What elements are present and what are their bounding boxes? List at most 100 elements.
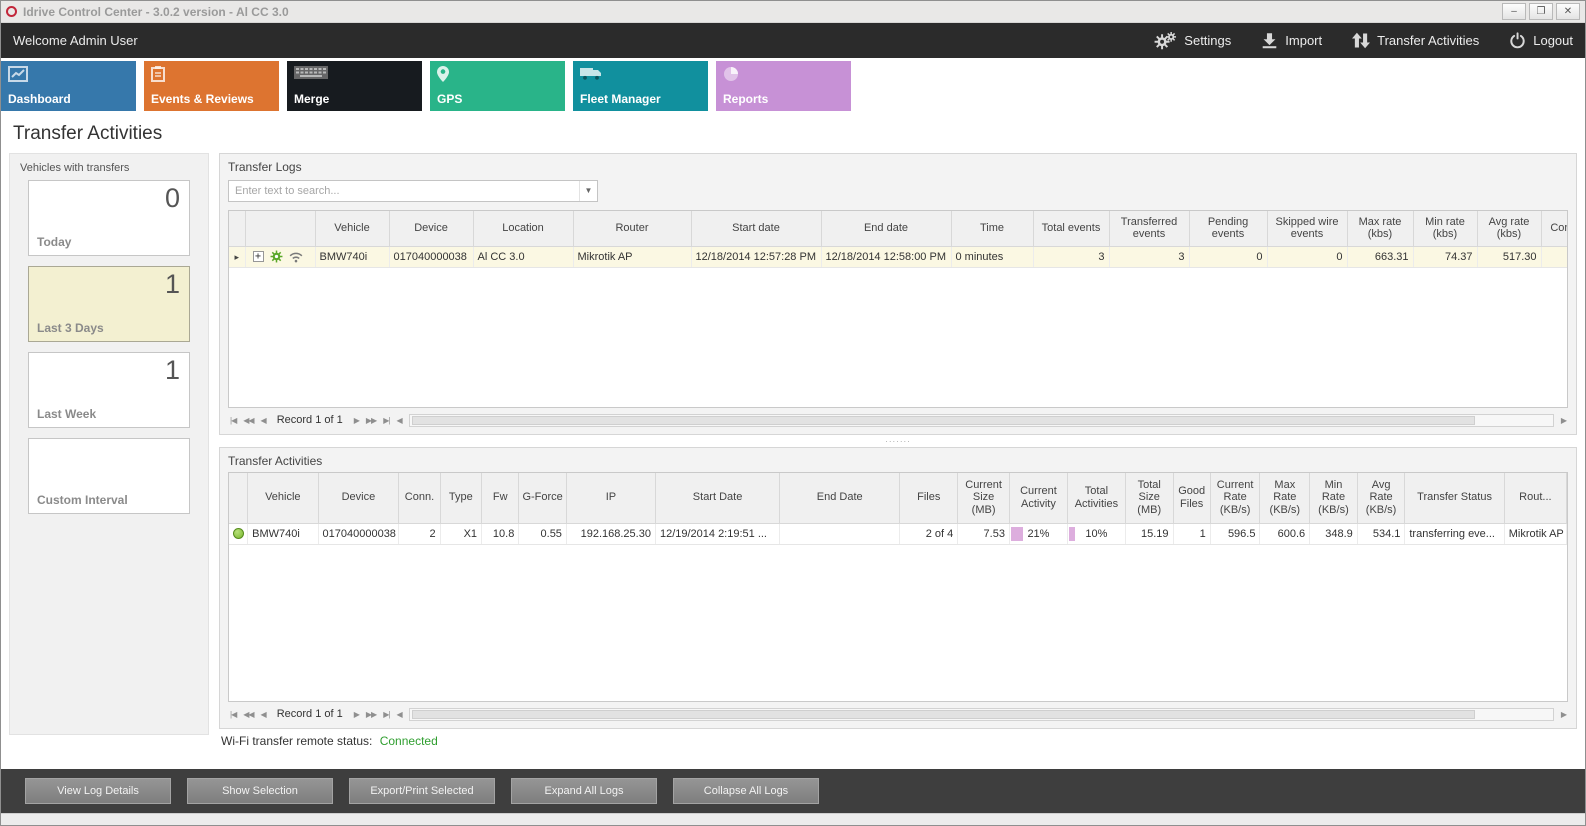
column-header-start_date[interactable]: Start date — [691, 211, 821, 246]
column-header-good_files[interactable]: Good Files — [1173, 473, 1210, 523]
scrollbar-thumb[interactable] — [412, 710, 1475, 719]
column-header-total_activities[interactable]: Total Activities — [1067, 473, 1125, 523]
scroll-right-button[interactable]: ▶ — [1561, 416, 1566, 425]
column-header-router[interactable]: Router — [573, 211, 691, 246]
column-header-fw[interactable]: Fw — [482, 473, 519, 523]
cell-g_force: 0.55 — [519, 523, 567, 544]
column-header-current_size[interactable]: Current Size (MB) — [958, 473, 1010, 523]
vehicles-panel-title: Vehicles with transfers — [14, 160, 204, 180]
import-button[interactable]: Import — [1261, 32, 1322, 49]
column-header-vehicle[interactable]: Vehicle — [248, 473, 318, 523]
scroll-left-button[interactable]: ◀ — [396, 416, 401, 425]
transfer-activities-grid: VehicleDeviceConn.TypeFwG-ForceIPStart D… — [228, 472, 1568, 702]
settings-button[interactable]: Settings — [1153, 31, 1231, 51]
pager-first-button[interactable]: |◀ — [230, 710, 236, 719]
column-header-vehicle[interactable]: Vehicle — [315, 211, 389, 246]
column-header-blank[interactable] — [245, 211, 315, 246]
gear-icon[interactable] — [270, 250, 283, 263]
cell-current_rate: 596.5 — [1210, 523, 1260, 544]
column-header-max_rate[interactable]: Max rate (kbs) — [1347, 211, 1413, 246]
cell-avg_rate: 517.30 — [1477, 246, 1541, 267]
search-combo[interactable]: ▼ — [228, 180, 598, 202]
transfer-activities-table: VehicleDeviceConn.TypeFwG-ForceIPStart D… — [229, 473, 1567, 545]
pager-next-button[interactable]: ▶ — [354, 416, 359, 425]
column-header-type[interactable]: Type — [440, 473, 481, 523]
table-row[interactable]: BMW740i0170400000382X110.80.55192.168.25… — [229, 523, 1567, 544]
search-input[interactable] — [229, 185, 579, 197]
column-header-device[interactable]: Device — [318, 473, 399, 523]
column-header-min_rate[interactable]: Min rate (kbs) — [1413, 211, 1477, 246]
column-header-blank[interactable] — [229, 473, 248, 523]
transfer-activities-button[interactable]: Transfer Activities — [1352, 32, 1479, 49]
column-header-router[interactable]: Rout... — [1504, 473, 1566, 523]
pager-first-button[interactable]: |◀ — [230, 416, 236, 425]
table-row[interactable]: ▸+BMW740i017040000038Al CC 3.0Mikrotik A… — [229, 246, 1568, 267]
column-header-min_rate[interactable]: Min Rate (KB/s) — [1310, 473, 1358, 523]
scrollbar-thumb[interactable] — [412, 416, 1475, 425]
footer-toolbar: View Log Details Show Selection Export/P… — [1, 769, 1585, 813]
column-header-time[interactable]: Time — [951, 211, 1033, 246]
pager-fast-next-button[interactable]: ▶▶ — [366, 710, 376, 719]
column-header-avg_rate[interactable]: Avg Rate (KB/s) — [1357, 473, 1405, 523]
column-header-blank[interactable] — [229, 211, 245, 246]
pager-fast-prev-button[interactable]: ◀◀ — [243, 710, 253, 719]
clipboard-icon — [151, 66, 165, 82]
tile-dashboard[interactable]: Dashboard — [1, 61, 136, 111]
pager-prev-button[interactable]: ◀ — [261, 710, 266, 719]
column-header-max_rate[interactable]: Max Rate (KB/s) — [1260, 473, 1310, 523]
column-header-transfer_status[interactable]: Transfer Status — [1405, 473, 1504, 523]
expand-plus-icon[interactable]: + — [253, 251, 264, 262]
pager-fast-next-button[interactable]: ▶▶ — [366, 416, 376, 425]
tile-events-reviews[interactable]: Events & Reviews — [144, 61, 279, 111]
column-header-conn[interactable]: Conn. — [399, 473, 440, 523]
column-header-transferred_events[interactable]: Transferred events — [1109, 211, 1189, 246]
card-last-3-days[interactable]: 1 Last 3 Days — [28, 266, 190, 342]
show-selection-button[interactable]: Show Selection — [187, 778, 333, 804]
column-header-files[interactable]: Files — [900, 473, 958, 523]
column-header-start_date[interactable]: Start Date — [655, 473, 779, 523]
tile-reports[interactable]: Reports — [716, 61, 851, 111]
column-header-pending_events[interactable]: Pending events — [1189, 211, 1267, 246]
column-header-end_date[interactable]: End date — [821, 211, 951, 246]
card-last-week[interactable]: 1 Last Week — [28, 352, 190, 428]
column-header-total_events[interactable]: Total events — [1033, 211, 1109, 246]
expand-all-logs-button[interactable]: Expand All Logs — [511, 778, 657, 804]
panel-splitter[interactable]: ······· — [219, 435, 1577, 447]
column-header-conn[interactable]: Conn. — [1541, 211, 1568, 246]
close-button[interactable]: ✕ — [1556, 3, 1580, 20]
tile-gps[interactable]: GPS — [430, 61, 565, 111]
column-header-device[interactable]: Device — [389, 211, 473, 246]
column-header-current_rate[interactable]: Current Rate (KB/s) — [1210, 473, 1260, 523]
pager-prev-button[interactable]: ◀ — [261, 416, 266, 425]
collapse-all-logs-button[interactable]: Collapse All Logs — [673, 778, 819, 804]
titlebar[interactable]: Idrive Control Center - 3.0.2 version - … — [1, 1, 1585, 23]
tile-merge[interactable]: Merge — [287, 61, 422, 111]
column-header-ip[interactable]: IP — [566, 473, 655, 523]
cell-good_files: 1 — [1173, 523, 1210, 544]
pager-last-button[interactable]: ▶| — [383, 710, 389, 719]
column-header-end_date[interactable]: End Date — [780, 473, 900, 523]
export-print-selected-button[interactable]: Export/Print Selected — [349, 778, 495, 804]
wifi-icon[interactable] — [289, 251, 303, 263]
column-header-total_size[interactable]: Total Size (MB) — [1125, 473, 1173, 523]
horizontal-scrollbar[interactable] — [409, 708, 1554, 721]
pager-next-button[interactable]: ▶ — [354, 710, 359, 719]
pager-fast-prev-button[interactable]: ◀◀ — [243, 416, 253, 425]
scroll-left-button[interactable]: ◀ — [396, 710, 401, 719]
column-header-skipped_wire_events[interactable]: Skipped wire events — [1267, 211, 1347, 246]
card-custom-interval[interactable]: Custom Interval — [28, 438, 190, 514]
column-header-avg_rate[interactable]: Avg rate (kbs) — [1477, 211, 1541, 246]
column-header-current_activity[interactable]: Current Activity — [1009, 473, 1067, 523]
horizontal-scrollbar[interactable] — [409, 414, 1554, 427]
tile-fleet-manager[interactable]: Fleet Manager — [573, 61, 708, 111]
dropdown-arrow-icon[interactable]: ▼ — [579, 181, 597, 201]
view-log-details-button[interactable]: View Log Details — [25, 778, 171, 804]
maximize-button[interactable]: ❐ — [1529, 3, 1553, 20]
column-header-location[interactable]: Location — [473, 211, 573, 246]
minimize-button[interactable]: – — [1502, 3, 1526, 20]
column-header-g_force[interactable]: G-Force — [519, 473, 567, 523]
pager-last-button[interactable]: ▶| — [383, 416, 389, 425]
card-today[interactable]: 0 Today — [28, 180, 190, 256]
scroll-right-button[interactable]: ▶ — [1561, 710, 1566, 719]
logout-button[interactable]: Logout — [1509, 32, 1573, 49]
